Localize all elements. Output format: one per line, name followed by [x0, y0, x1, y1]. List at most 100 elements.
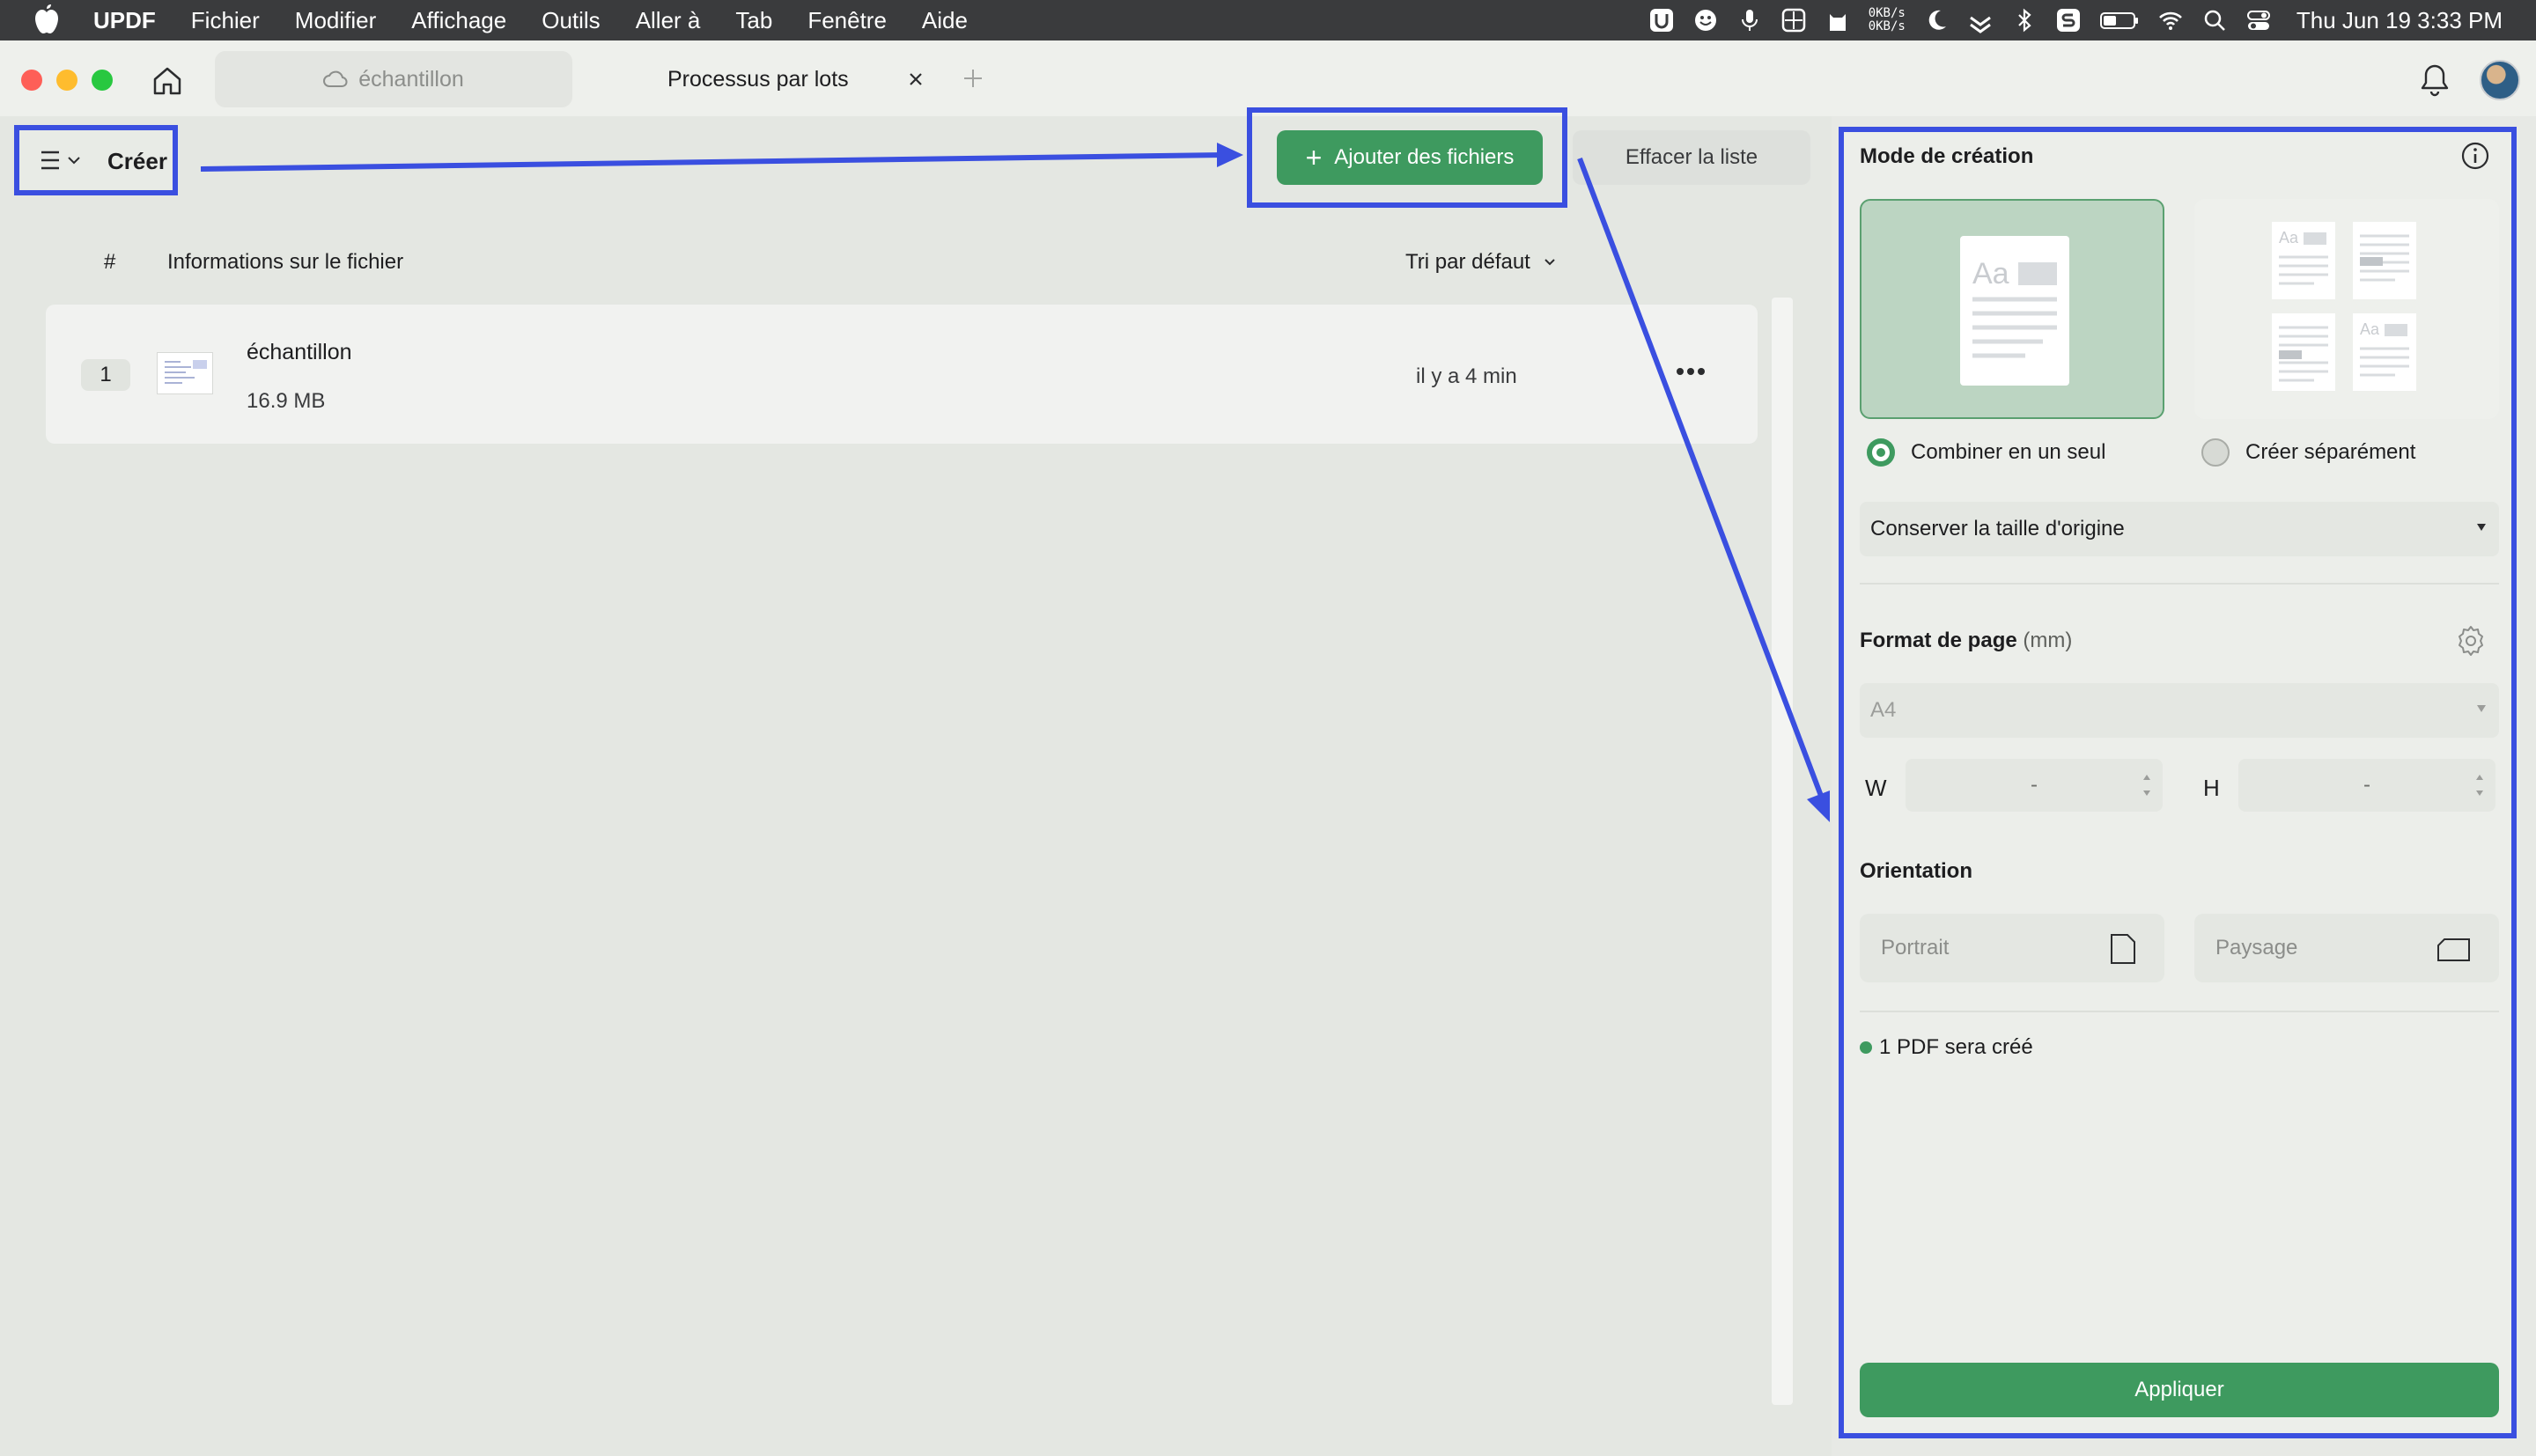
combine-mode-card[interactable]: Aa: [1860, 199, 2164, 419]
menu-modifier[interactable]: Modifier: [295, 7, 376, 34]
notification-bell-icon[interactable]: [2418, 62, 2451, 99]
table-row[interactable]: 1 échantillon 16.9 MB il y a 4 min: [46, 305, 1758, 444]
clock[interactable]: Thu Jun 19 3:33 PM: [2296, 7, 2503, 34]
bluetooth-icon[interactable]: [2011, 7, 2038, 33]
separate-radio-option[interactable]: Créer séparément: [2201, 438, 2415, 467]
stepper-icon[interactable]: [2142, 769, 2152, 801]
face-status-icon[interactable]: [1692, 7, 1719, 33]
menu-list-icon: [41, 151, 59, 170]
combine-radio-option[interactable]: Combiner en un seul: [1867, 438, 2105, 467]
chevron-down-icon: [1544, 259, 1555, 266]
calculator-icon[interactable]: [1780, 7, 1807, 33]
status-text: 1 PDF sera créé: [1879, 1035, 2033, 1059]
stepper-icon[interactable]: [2474, 769, 2485, 801]
menu-aller-a[interactable]: Aller à: [636, 7, 701, 34]
battery-icon[interactable]: [2099, 7, 2140, 33]
status-dot-icon: [1860, 1041, 1872, 1054]
new-tab-icon[interactable]: [960, 65, 986, 92]
mode-dropdown[interactable]: Créer: [14, 125, 178, 195]
single-document-icon: Aa: [1960, 236, 2069, 386]
minimize-window-button[interactable]: [56, 70, 77, 91]
close-tab-icon[interactable]: [903, 67, 928, 92]
portrait-page-icon: [2111, 934, 2135, 964]
width-label: W: [1865, 775, 1887, 801]
menu-tab[interactable]: Tab: [735, 7, 772, 34]
landscape-page-icon: [2437, 938, 2470, 961]
column-header-file-info: Informations sur le fichier: [167, 250, 404, 274]
menu-affichage[interactable]: Affichage: [411, 7, 506, 34]
file-size: 16.9 MB: [247, 389, 326, 413]
portrait-label: Portrait: [1881, 936, 1950, 960]
plus-icon: +: [1305, 142, 1323, 173]
tab-echantillon[interactable]: échantillon: [215, 51, 572, 107]
list-scrollbar[interactable]: [1772, 298, 1793, 1405]
combine-label: Combiner en un seul: [1911, 440, 2106, 464]
menu-bar: UPDF Fichier Modifier Affichage Outils A…: [0, 0, 2536, 40]
radio-selected-icon[interactable]: [1867, 438, 1895, 467]
row-index: 1: [81, 359, 130, 391]
search-icon[interactable]: [2201, 7, 2228, 33]
landscape-label: Paysage: [2215, 936, 2298, 960]
control-center-icon[interactable]: [2245, 7, 2272, 33]
separate-mode-card[interactable]: Aa Aa: [2194, 199, 2499, 419]
sort-label: Tri par défaut: [1405, 250, 1530, 274]
landscape-orientation-button[interactable]: Paysage: [2194, 914, 2499, 982]
s-app-icon[interactable]: [2055, 7, 2082, 33]
radio-unselected-icon[interactable]: [2201, 438, 2230, 467]
dropdown-arrow-icon: [2477, 705, 2486, 712]
apply-button[interactable]: Appliquer: [1860, 1363, 2499, 1417]
tab-label: Processus par lots: [667, 66, 849, 92]
menu-fenetre[interactable]: Fenêtre: [807, 7, 887, 34]
more-options-icon[interactable]: [1671, 359, 1710, 384]
width-input[interactable]: -: [1906, 759, 2163, 812]
menu-outils[interactable]: Outils: [542, 7, 600, 34]
network-speed: 0KB/s 0KB/s: [1868, 6, 1906, 33]
multiple-documents-icon: Aa Aa: [2272, 222, 2416, 391]
sort-dropdown[interactable]: Tri par défaut: [1405, 250, 1557, 275]
user-avatar[interactable]: [2480, 60, 2520, 100]
svg-text:Aa: Aa: [2279, 229, 2299, 246]
menu-fichier[interactable]: Fichier: [191, 7, 260, 34]
page-size-mode-select[interactable]: Conserver la taille d'origine: [1860, 502, 2499, 556]
wifi-icon[interactable]: [2157, 7, 2184, 33]
add-files-button[interactable]: + Ajouter des fichiers: [1277, 130, 1543, 185]
page-size-mode-value: Conserver la taille d'origine: [1870, 517, 2125, 540]
separate-label: Créer séparément: [2245, 440, 2416, 464]
home-icon[interactable]: [150, 63, 185, 99]
file-modified-time: il y a 4 min: [1416, 364, 1517, 388]
cat-icon[interactable]: [1825, 7, 1851, 33]
apple-icon[interactable]: [32, 4, 60, 36]
page-format-heading: Format de page (mm): [1860, 629, 2073, 652]
file-thumbnail: [157, 352, 213, 394]
zoom-window-button[interactable]: [92, 70, 113, 91]
clear-list-button[interactable]: Effacer la liste: [1573, 130, 1810, 185]
height-value: -: [2363, 773, 2370, 797]
apply-label: Appliquer: [2134, 1378, 2224, 1401]
creation-status: 1 PDF sera créé: [1860, 1035, 2033, 1060]
download-icon[interactable]: [1967, 7, 1994, 33]
updf-status-icon[interactable]: [1648, 7, 1675, 33]
svg-text:Aa: Aa: [1972, 257, 2009, 290]
add-files-label: Ajouter des fichiers: [1334, 145, 1515, 169]
microphone-icon[interactable]: [1736, 7, 1763, 33]
divider: [1860, 583, 2499, 585]
chevron-down-icon: [68, 157, 80, 165]
panel-title: Mode de création: [1860, 144, 2034, 168]
tab-processus-par-lots[interactable]: Processus par lots: [586, 51, 947, 107]
page-format-select[interactable]: A4: [1860, 683, 2499, 738]
portrait-orientation-button[interactable]: Portrait: [1860, 914, 2164, 982]
menu-app-name[interactable]: UPDF: [93, 7, 156, 34]
moon-icon[interactable]: [1923, 7, 1950, 33]
width-value: -: [2031, 773, 2038, 797]
page-format-value: A4: [1870, 698, 1897, 722]
svg-text:Aa: Aa: [2360, 320, 2380, 338]
mode-label: Créer: [107, 148, 167, 174]
gear-icon[interactable]: [2453, 623, 2488, 658]
info-icon[interactable]: [2460, 141, 2490, 171]
column-header-number: #: [104, 250, 116, 274]
close-window-button[interactable]: [21, 70, 42, 91]
cloud-icon: [323, 70, 348, 87]
menu-aide[interactable]: Aide: [922, 7, 968, 34]
height-input[interactable]: -: [2238, 759, 2495, 812]
clear-list-label: Effacer la liste: [1625, 145, 1758, 169]
